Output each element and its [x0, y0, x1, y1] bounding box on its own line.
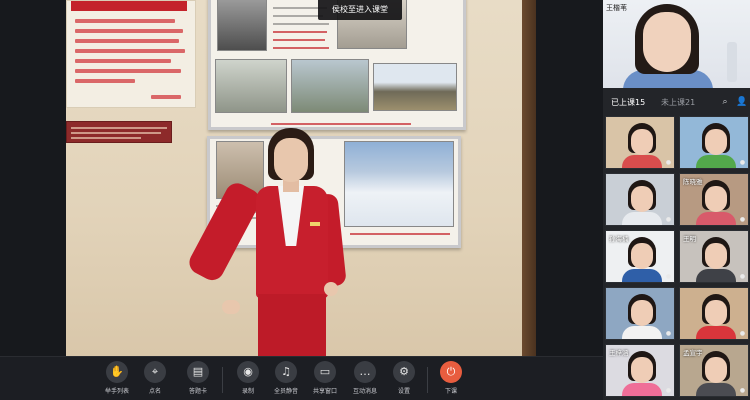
student-video-tile[interactable]: ●: [605, 116, 675, 169]
person-icon[interactable]: 👤: [736, 97, 747, 107]
chat-icon: …: [354, 361, 376, 383]
student-name: 孟宣宇: [683, 349, 703, 357]
raise-hand-list-button[interactable]: ✋ 举手列表: [97, 361, 137, 399]
mute-all-icon: ♫: [275, 361, 297, 383]
gear-icon: ⚙: [393, 361, 415, 383]
tab-attended[interactable]: 已上课15: [611, 97, 645, 108]
tab-absent[interactable]: 未上课21: [661, 97, 695, 108]
microphone-icon: ●: [739, 330, 746, 337]
student-name: 孙海楠: [609, 235, 629, 243]
hand-icon: ✋: [106, 361, 128, 383]
microphone-icon: ●: [739, 387, 746, 394]
settings-button[interactable]: ⚙ 设置: [384, 361, 424, 399]
student-video-tile[interactable]: ●: [679, 287, 749, 340]
participants-sidebar: 王楷苇 已上课15 未上课21 ⌕ 👤 ● ● ● 陈晓雅 ● 孙海楠 ● 王明 ● ● ● 王梓涵 ●…: [603, 0, 750, 400]
student-video-tile[interactable]: 孟宣宇 ●: [679, 344, 749, 397]
presenter-video: [66, 0, 536, 356]
join-notification: 侯校至进入课堂: [318, 0, 402, 20]
student-video-tile[interactable]: 王明 ●: [679, 230, 749, 283]
student-video-tile[interactable]: ●: [679, 116, 749, 169]
microphone-icon: ●: [739, 159, 746, 166]
microphone-icon: ●: [665, 387, 672, 394]
microphone-icon: ●: [665, 216, 672, 223]
student-video-tile[interactable]: 陈晓雅 ●: [679, 173, 749, 226]
student-grid: ● ● ● 陈晓雅 ● 孙海楠 ● 王明 ● ● ● 王梓涵 ● 孟宣宇 ●: [605, 116, 750, 400]
microphone-icon: ●: [665, 273, 672, 280]
student-name: 陈晓雅: [683, 178, 703, 186]
classroom-app: 侯校至进入课堂 ✋ 举手列表 ⌖ 点名 ▤ 答题卡 ◉ 录制 ♫ 全员静音 ▭ …: [0, 0, 750, 400]
microphone-icon: ●: [739, 273, 746, 280]
share-screen-icon: ▭: [314, 361, 336, 383]
teacher-video[interactable]: 王楷苇: [603, 0, 750, 88]
presenter-figure: [185, 128, 356, 356]
location-pin-icon: ⌖: [144, 361, 166, 383]
roll-call-button[interactable]: ⌖ 点名: [135, 361, 175, 399]
microphone-icon: ●: [665, 159, 672, 166]
answer-card-icon: ▤: [187, 361, 209, 383]
student-name: 王梓涵: [609, 349, 629, 357]
mute-all-button[interactable]: ♫ 全员静音: [266, 361, 306, 399]
toolbar-divider: [427, 367, 428, 393]
main-stage: 侯校至进入课堂: [0, 0, 603, 356]
student-name: 王明: [683, 235, 696, 243]
record-button[interactable]: ◉ 录制: [228, 361, 268, 399]
student-video-tile[interactable]: 孙海楠 ●: [605, 230, 675, 283]
answer-card-button[interactable]: ▤ 答题卡: [178, 361, 218, 399]
toolbar-divider: [222, 367, 223, 393]
end-class-button[interactable]: ⏻ 下课: [431, 361, 471, 399]
student-video-tile[interactable]: 王梓涵 ●: [605, 344, 675, 397]
exhibit-plaque: [66, 121, 172, 143]
record-icon: ◉: [237, 361, 259, 383]
share-window-button[interactable]: ▭ 共享窗口: [305, 361, 345, 399]
teacher-name: 王楷苇: [606, 4, 627, 12]
student-video-tile[interactable]: ●: [605, 287, 675, 340]
control-toolbar: ✋ 举手列表 ⌖ 点名 ▤ 答题卡 ◉ 录制 ♫ 全员静音 ▭ 共享窗口 … 互…: [0, 356, 603, 400]
attendance-tabs: 已上课15 未上课21 ⌕ 👤: [603, 94, 750, 112]
exhibit-text-panel: [66, 0, 196, 108]
microphone-icon: ●: [739, 216, 746, 223]
student-video-tile[interactable]: ●: [605, 173, 675, 226]
interactive-messages-button[interactable]: … 互动消息: [345, 361, 385, 399]
microphone-icon: ●: [665, 330, 672, 337]
search-icon[interactable]: ⌕: [720, 97, 730, 107]
power-icon: ⏻: [440, 361, 462, 383]
